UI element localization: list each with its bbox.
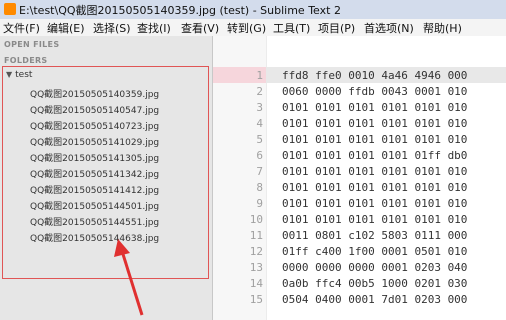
menu-goto[interactable]: 转到(G) xyxy=(227,20,266,36)
line-number: 1 xyxy=(256,69,263,82)
menu-edit[interactable]: 编辑(E) xyxy=(47,20,85,36)
line-number: 6 xyxy=(256,149,263,162)
code-line: 0060 0000 ffdb 0043 0001 010 xyxy=(282,85,468,98)
expand-triangle-icon[interactable]: ▼ xyxy=(6,70,12,79)
line-number: 8 xyxy=(256,181,263,194)
menu-find[interactable]: 查找(I) xyxy=(137,20,171,36)
line-number: 3 xyxy=(256,101,263,114)
file-item[interactable]: QQ截图20150505140723.jpg xyxy=(30,119,159,132)
file-item[interactable]: QQ截图20150505140547.jpg xyxy=(30,103,159,116)
line-number: 9 xyxy=(256,197,263,210)
file-item[interactable]: QQ截图20150505141342.jpg xyxy=(30,167,159,180)
file-item[interactable]: QQ截图20150505144551.jpg xyxy=(30,215,159,228)
code-line: 0101 0101 0101 0101 0101 010 xyxy=(282,117,468,130)
folder-item-test[interactable]: ▼ test xyxy=(6,70,32,80)
file-item[interactable]: QQ截图20150505141029.jpg xyxy=(30,135,159,148)
folder-label: test xyxy=(15,70,33,80)
code-line: 0101 0101 0101 0101 01ff db0 xyxy=(282,149,468,162)
menu-bar: 文件(F) 编辑(E) 选择(S) 查找(I) 查看(V) 转到(G) 工具(T… xyxy=(0,19,506,37)
line-number: 12 xyxy=(249,245,263,258)
code-line: 0101 0101 0101 0101 0101 010 xyxy=(282,181,468,194)
menu-preferences[interactable]: 首选项(N) xyxy=(364,20,414,36)
line-number: 14 xyxy=(249,277,263,290)
red-arrow-icon xyxy=(114,239,144,316)
menu-tools[interactable]: 工具(T) xyxy=(273,20,310,36)
folders-header: FOLDERS xyxy=(4,56,48,65)
code-line: 01ff c400 1f00 0001 0501 010 xyxy=(282,245,468,258)
code-line: 0011 0801 c102 5803 0111 000 xyxy=(282,229,468,242)
menu-help[interactable]: 帮助(H) xyxy=(423,20,462,36)
title-bar: E:\test\QQ截图20150505140359.jpg (test) - … xyxy=(0,0,506,20)
code-line: 0101 0101 0101 0101 0101 010 xyxy=(282,101,468,114)
line-number: 7 xyxy=(256,165,263,178)
code-line: 0504 0400 0001 7d01 0203 000 xyxy=(282,293,468,306)
sidebar: OPEN FILES FOLDERS ▼ test QQ截图20150505140… xyxy=(0,36,213,320)
code-line: 0101 0101 0101 0101 0101 010 xyxy=(282,213,468,226)
line-number: 4 xyxy=(256,117,263,130)
code-line: 0a0b ffc4 00b5 1000 0201 030 xyxy=(282,277,468,290)
line-number: 13 xyxy=(249,261,263,274)
menu-file[interactable]: 文件(F) xyxy=(3,20,40,36)
menu-view[interactable]: 查看(V) xyxy=(181,20,219,36)
menu-project[interactable]: 项目(P) xyxy=(318,20,355,36)
line-number: 2 xyxy=(256,85,263,98)
open-files-header: OPEN FILES xyxy=(4,40,60,49)
line-number: 5 xyxy=(256,133,263,146)
line-number: 11 xyxy=(249,229,263,242)
line-number: 10 xyxy=(249,213,263,226)
file-item[interactable]: QQ截图20150505144501.jpg xyxy=(30,199,159,212)
code-line: 0101 0101 0101 0101 0101 010 xyxy=(282,165,468,178)
file-item[interactable]: QQ截图20150505141412.jpg xyxy=(30,183,159,196)
code-line: 0000 0000 0000 0001 0203 040 xyxy=(282,261,468,274)
file-item[interactable]: QQ截图20150505141305.jpg xyxy=(30,151,159,164)
code-line: 0101 0101 0101 0101 0101 010 xyxy=(282,197,468,210)
code-line: 0101 0101 0101 0101 0101 010 xyxy=(282,133,468,146)
sublime-app-icon xyxy=(4,3,16,15)
editor-pane[interactable]: 1 2 3 4 5 6 7 8 9 10 11 12 13 14 15 ffd8… xyxy=(213,36,506,320)
line-number: 15 xyxy=(249,293,263,306)
window-title: E:\test\QQ截图20150505140359.jpg (test) - … xyxy=(19,4,341,17)
code-line: ffd8 ffe0 0010 4a46 4946 000 xyxy=(282,69,468,82)
file-item[interactable]: QQ截图20150505140359.jpg xyxy=(30,87,159,100)
menu-selection[interactable]: 选择(S) xyxy=(93,20,131,36)
